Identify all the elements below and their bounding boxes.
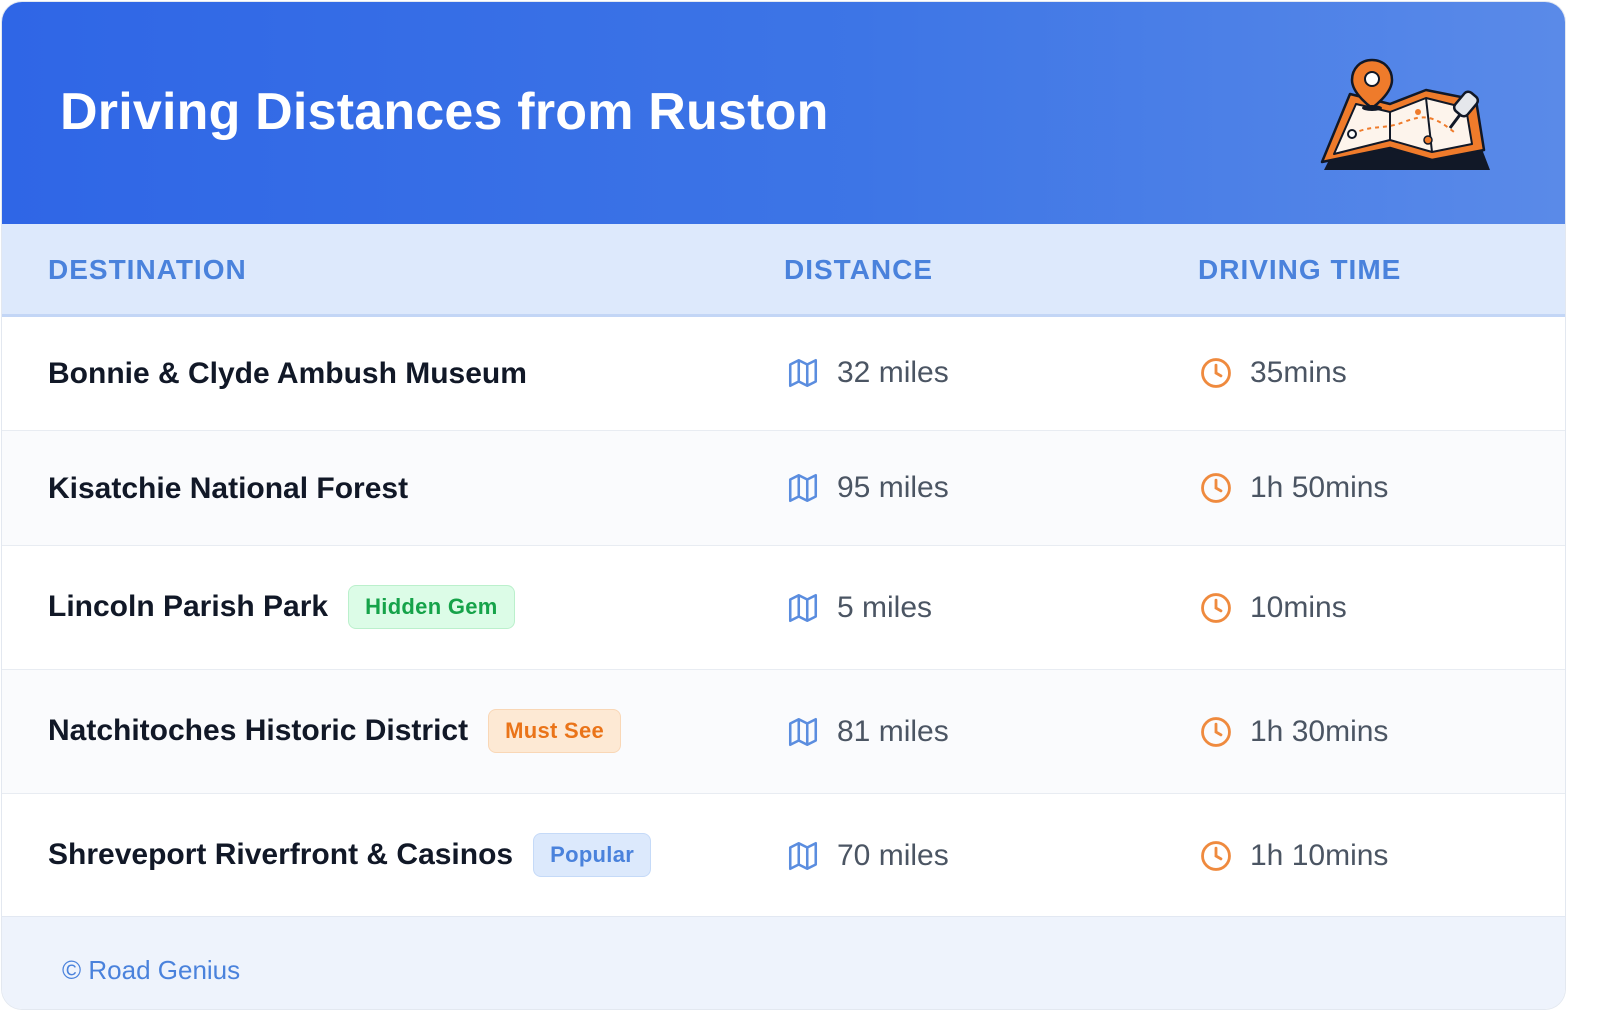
distance-cell: 81 miles (786, 715, 949, 749)
column-header-distance[interactable]: DISTANCE (784, 254, 933, 286)
time-cell: 1h 30mins (1199, 715, 1388, 749)
page-title: Driving Distances from Ruston (60, 83, 829, 141)
table-row: Shreveport Riverfront & Casinos Popular … (2, 794, 1565, 916)
clock-icon (1201, 841, 1231, 871)
hidden-gem-badge: Hidden Gem (348, 585, 515, 629)
time-cell: 35mins (1199, 356, 1347, 390)
destination-cell: Bonnie & Clyde Ambush Museum (48, 357, 527, 391)
must-see-badge: Must See (488, 709, 622, 753)
distance-value: 5 miles (837, 591, 933, 624)
time-cell: 1h 10mins (1199, 839, 1388, 873)
destination-name: Shreveport Riverfront & Casinos (48, 838, 514, 871)
destination-name: Kisatchie National Forest (48, 472, 409, 505)
time-value: 10mins (1250, 591, 1347, 624)
time-value: 35mins (1250, 356, 1347, 389)
destination-name: Bonnie & Clyde Ambush Museum (48, 357, 527, 390)
table-row: Lincoln Parish Park Hidden Gem 5 miles 1… (2, 546, 1565, 670)
distance-cell: 70 miles (786, 839, 949, 873)
column-header-destination[interactable]: DESTINATION (48, 254, 247, 286)
destination-name: Natchitoches Historic District (48, 714, 469, 747)
distance-value: 32 miles (837, 356, 949, 389)
copyright-text[interactable]: © Road Genius (62, 955, 240, 986)
table-row: Natchitoches Historic District Must See … (2, 670, 1565, 794)
map-icon (788, 593, 818, 623)
table-header: DESTINATION DISTANCE DRIVING TIME (2, 224, 1565, 317)
map-pin-illustration-icon (1320, 58, 1490, 170)
time-value: 1h 50mins (1250, 471, 1389, 504)
time-value: 1h 10mins (1250, 839, 1389, 872)
destination-cell: Shreveport Riverfront & Casinos Popular (48, 833, 652, 877)
clock-icon (1201, 717, 1231, 747)
distance-card: Driving Distances from Ruston DESTINATIO… (2, 2, 1565, 1009)
distance-value: 81 miles (837, 715, 949, 748)
table-row: Bonnie & Clyde Ambush Museum 32 miles 35… (2, 317, 1565, 431)
clock-icon (1201, 593, 1231, 623)
distance-cell: 95 miles (786, 471, 949, 505)
clock-icon (1201, 358, 1231, 388)
card-header: Driving Distances from Ruston (2, 2, 1565, 224)
map-icon (788, 358, 818, 388)
time-cell: 10mins (1199, 591, 1347, 625)
distance-cell: 32 miles (786, 356, 949, 390)
map-icon (788, 841, 818, 871)
map-icon (788, 717, 818, 747)
destination-cell: Natchitoches Historic District Must See (48, 709, 622, 753)
destination-cell: Kisatchie National Forest (48, 472, 408, 506)
column-header-driving-time[interactable]: DRIVING TIME (1198, 254, 1401, 286)
time-cell: 1h 50mins (1199, 471, 1388, 505)
popular-badge: Popular (533, 833, 652, 877)
table-row: Kisatchie National Forest 95 miles 1h 50… (2, 431, 1565, 546)
destination-name: Lincoln Parish Park (48, 590, 329, 623)
distance-value: 70 miles (837, 839, 949, 872)
distance-value: 95 miles (837, 471, 949, 504)
distance-cell: 5 miles (786, 591, 932, 625)
clock-icon (1201, 473, 1231, 503)
card-footer: © Road Genius (2, 916, 1565, 1009)
time-value: 1h 30mins (1250, 715, 1389, 748)
map-icon (788, 473, 818, 503)
destination-cell: Lincoln Parish Park Hidden Gem (48, 585, 515, 629)
